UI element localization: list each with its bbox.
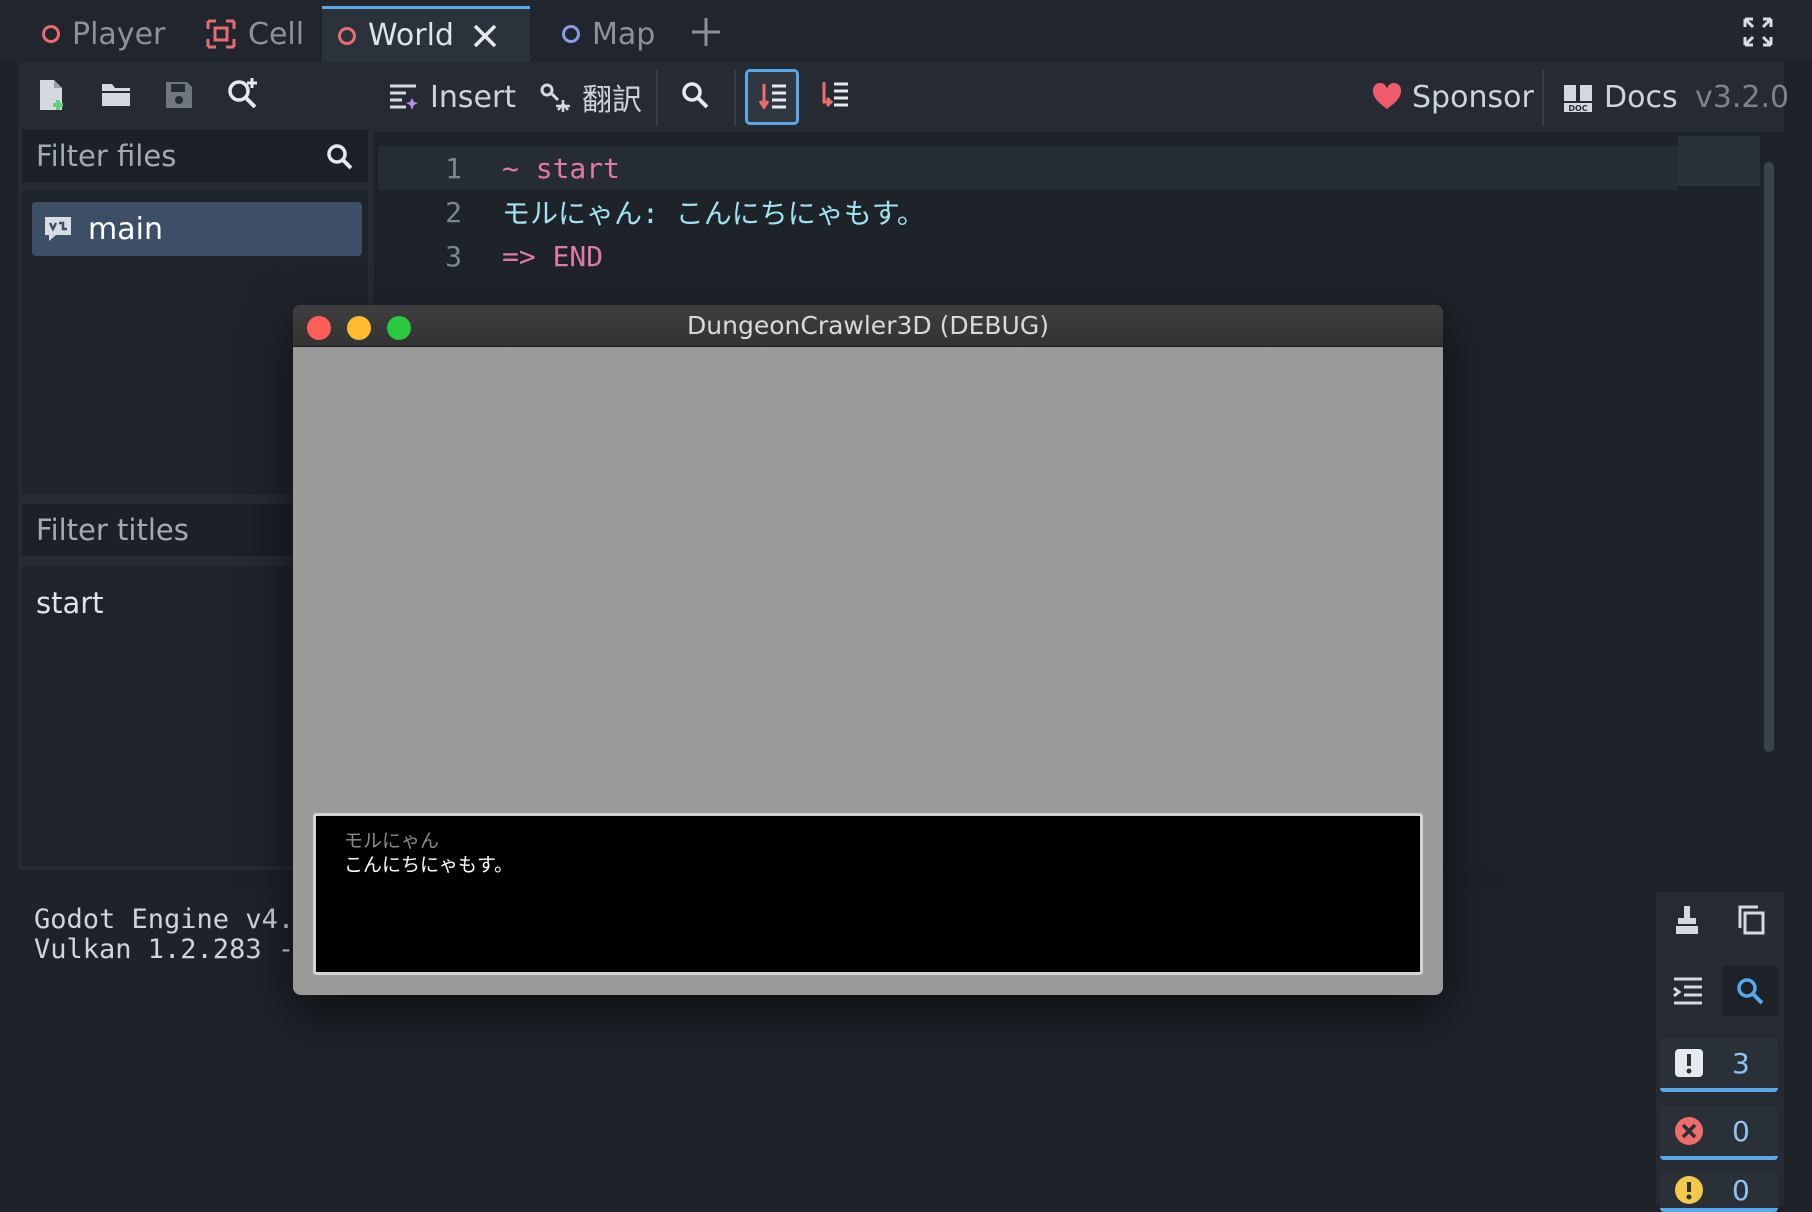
line-text: => END xyxy=(502,239,604,273)
line-text: モルにゃん: こんにちにゃもす。 xyxy=(502,197,925,230)
game-window-titlebar[interactable]: DungeonCrawler3D (DEBUG) xyxy=(293,305,1443,347)
error-icon xyxy=(1675,1117,1703,1145)
scrollbar[interactable] xyxy=(1764,162,1774,752)
message-icon xyxy=(1675,1049,1703,1077)
minimize-window-button[interactable] xyxy=(347,316,371,340)
docs-label: Docs xyxy=(1604,79,1678,115)
docs-icon: DOC xyxy=(1564,85,1592,113)
code-line[interactable]: 3 => END xyxy=(378,234,1678,278)
svg-text:DOC: DOC xyxy=(1568,104,1587,113)
tab-label: Cell xyxy=(248,16,305,52)
fullscreen-icon[interactable] xyxy=(1742,16,1774,48)
messages-count: 3 xyxy=(1732,1046,1750,1080)
warnings-toggle[interactable]: 0 xyxy=(1660,1172,1778,1212)
move-line-icon[interactable] xyxy=(818,80,850,112)
search-icon xyxy=(1737,978,1764,1005)
insert-label: Insert xyxy=(430,79,517,115)
translate-button[interactable]: 翻訳 xyxy=(540,62,642,132)
dialogue-file-icon xyxy=(45,217,71,241)
copy-icon[interactable] xyxy=(1736,904,1766,936)
clear-output-icon[interactable] xyxy=(1672,904,1702,936)
tab-player[interactable]: Player xyxy=(26,6,181,62)
open-folder-icon[interactable] xyxy=(100,80,132,110)
search-icon xyxy=(327,144,353,170)
tab-map[interactable]: Map xyxy=(546,6,671,62)
toolbar-divider xyxy=(734,70,736,126)
line-number: 1 xyxy=(445,151,462,185)
insert-button[interactable]: Insert xyxy=(388,62,516,132)
title-item-start[interactable]: start xyxy=(36,586,104,620)
tab-label: Map xyxy=(592,16,656,52)
heart-icon xyxy=(1372,83,1402,109)
tab-bar: Player Cell World Map xyxy=(0,0,1812,62)
circle-icon xyxy=(562,25,580,43)
tab-world[interactable]: World xyxy=(322,6,530,62)
version-label: v3.2.0 xyxy=(1695,79,1790,115)
insert-icon xyxy=(390,84,418,110)
minimap[interactable] xyxy=(1678,136,1760,186)
translate-icon xyxy=(540,83,570,112)
game-window[interactable]: DungeonCrawler3D (DEBUG) モルにゃん こんにちにゃもす。 xyxy=(293,305,1443,995)
tab-label: Player xyxy=(72,16,166,52)
game-window-title: DungeonCrawler3D (DEBUG) xyxy=(687,311,1049,340)
find-in-files-icon[interactable] xyxy=(226,76,260,110)
new-file-icon[interactable] xyxy=(36,78,66,112)
circle-icon xyxy=(42,25,60,43)
close-icon[interactable] xyxy=(472,23,498,49)
line-text: ~ start xyxy=(502,151,621,185)
toggle-line-button[interactable] xyxy=(745,69,799,125)
filter-titles-placeholder: Filter titles xyxy=(36,513,189,547)
messages-toggle[interactable]: 3 xyxy=(1660,1038,1778,1092)
docs-button[interactable]: DOC Docs xyxy=(1562,62,1678,132)
filter-files-input[interactable]: Filter files xyxy=(22,130,368,182)
filter-files-placeholder: Filter files xyxy=(36,139,177,173)
output-line: Godot Engine v4.3 xyxy=(34,904,311,935)
tab-label: World xyxy=(368,18,454,53)
filter-output-button[interactable] xyxy=(1722,966,1778,1016)
search-icon[interactable] xyxy=(680,80,710,110)
file-label: main xyxy=(88,211,163,247)
sponsor-label: Sponsor xyxy=(1412,79,1534,115)
warnings-count: 0 xyxy=(1732,1173,1750,1207)
maximize-window-button[interactable] xyxy=(387,316,411,340)
save-icon[interactable] xyxy=(164,80,194,110)
circle-icon xyxy=(338,26,356,45)
dialogue-box[interactable]: モルにゃん こんにちにゃもす。 xyxy=(313,813,1423,975)
toolbar-divider xyxy=(1542,70,1544,126)
frame-icon xyxy=(206,19,236,49)
toolbar-divider xyxy=(656,70,658,126)
tab-cell[interactable]: Cell xyxy=(190,6,320,62)
dialogue-character: モルにゃん xyxy=(344,830,440,852)
errors-count: 0 xyxy=(1732,1114,1750,1148)
line-number: 3 xyxy=(445,239,462,273)
sort-lines-icon xyxy=(758,84,786,110)
collapse-icon[interactable] xyxy=(1672,976,1704,1006)
dialogue-text: こんにちにゃもす。 xyxy=(344,854,514,876)
errors-toggle[interactable]: 0 xyxy=(1660,1106,1778,1160)
add-tab-icon[interactable] xyxy=(690,16,722,48)
output-line: Vulkan 1.2.283 - xyxy=(34,934,295,965)
line-number: 2 xyxy=(445,195,462,229)
code-line[interactable]: 1 ~ start xyxy=(378,146,1678,190)
warning-icon xyxy=(1675,1176,1703,1204)
close-window-button[interactable] xyxy=(307,316,331,340)
file-item-main[interactable]: main xyxy=(32,202,362,256)
translate-label: 翻訳 xyxy=(582,83,642,118)
sponsor-button[interactable]: Sponsor xyxy=(1372,62,1534,132)
code-line[interactable]: 2 モルにゃん: こんにちにゃもす。 xyxy=(378,190,1678,234)
